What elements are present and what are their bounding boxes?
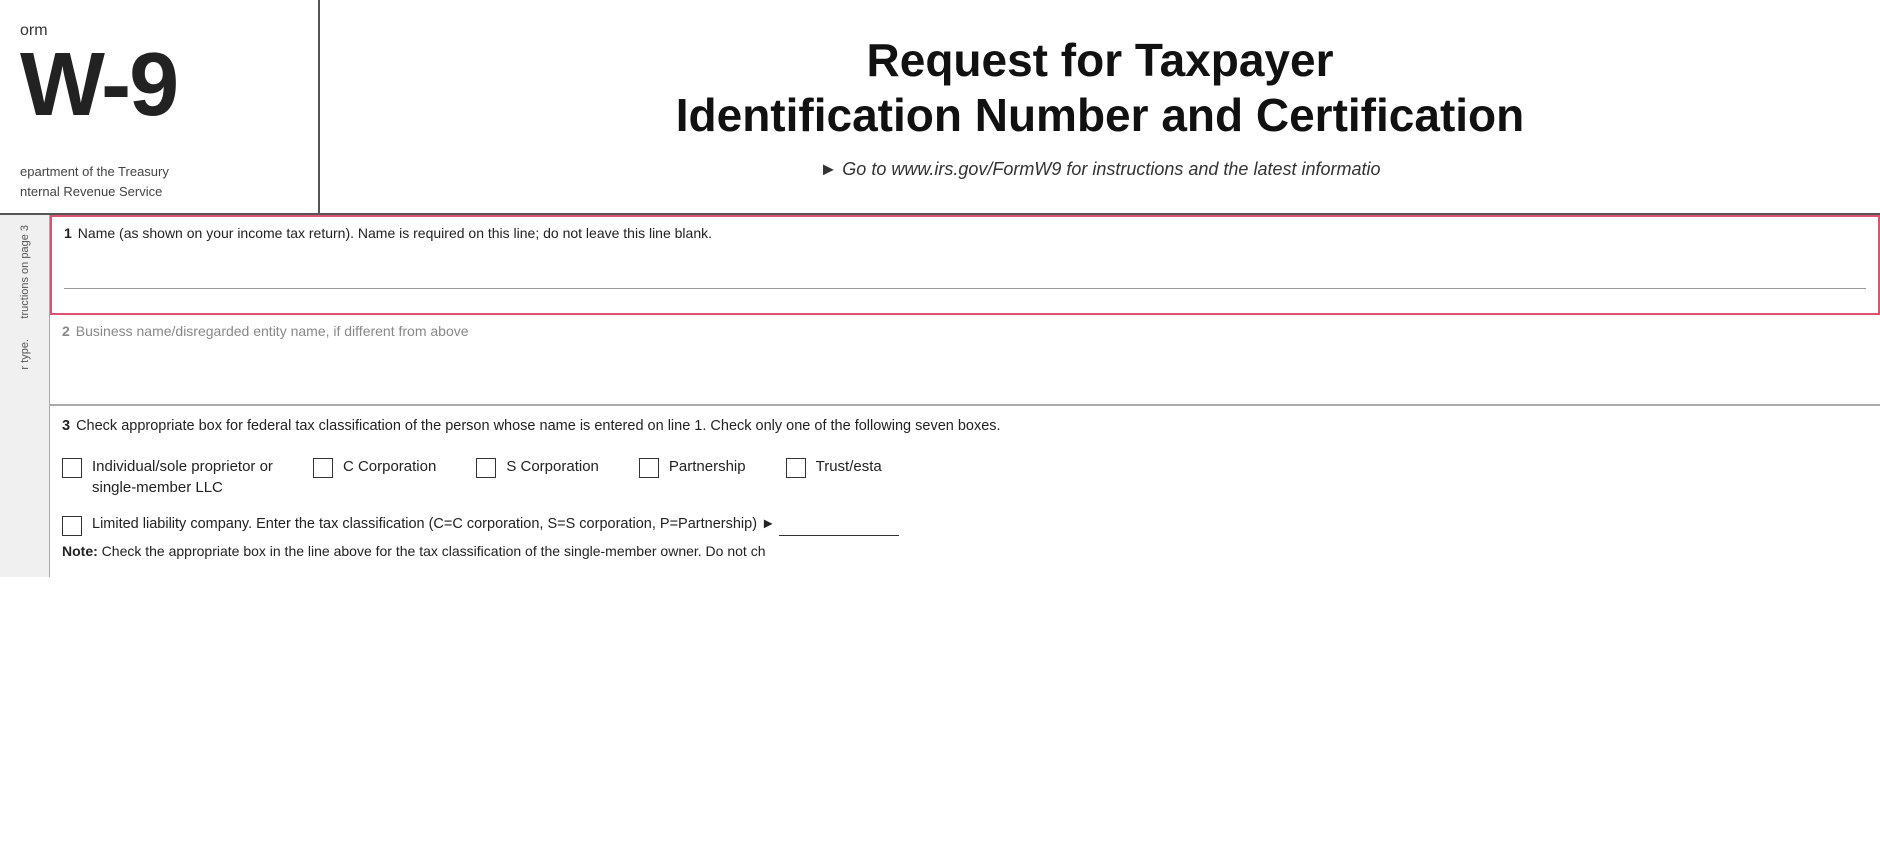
form-number: W-9	[20, 40, 298, 130]
checkbox-trust: Trust/esta	[786, 456, 882, 478]
field-3-number: 3	[62, 418, 70, 434]
checkbox-partnership-label: Partnership	[669, 456, 746, 477]
field-1-text: Name (as shown on your income tax return…	[78, 225, 712, 241]
checkbox-llc-box[interactable]	[62, 516, 82, 536]
checkbox-trust-box[interactable]	[786, 458, 806, 478]
field-1-label: 1 Name (as shown on your income tax retur…	[64, 225, 1866, 241]
form-header: orm W-9 epartment of the Treasury nterna…	[0, 0, 1880, 215]
header-right: Request for Taxpayer Identification Numb…	[320, 0, 1880, 213]
form-url: ► Go to www.irs.gov/FormW9 for instructi…	[819, 159, 1380, 180]
checkbox-c-corp-label: C Corporation	[343, 456, 436, 477]
field-3-text: Check appropriate box for federal tax cl…	[76, 418, 1001, 434]
form-area: orm W-9 epartment of the Treasury nterna…	[0, 0, 1880, 856]
dept-line1: epartment of the Treasury	[20, 162, 169, 182]
header-left: orm W-9 epartment of the Treasury nterna…	[0, 0, 320, 213]
note-text: Note: Check the appropriate box in the l…	[62, 542, 1868, 562]
checkbox-partnership-box[interactable]	[639, 458, 659, 478]
field-1-number: 1	[64, 225, 72, 241]
dept-info: epartment of the Treasury nternal Revenu…	[20, 162, 169, 201]
form-title-sub: Identification Number and Certification	[676, 88, 1525, 143]
dept-line2: nternal Revenue Service	[20, 182, 169, 202]
field-2-text: Business name/disregarded entity name, i…	[76, 323, 469, 339]
checkbox-c-corp-box[interactable]	[313, 458, 333, 478]
form-title-main: Request for Taxpayer	[867, 33, 1334, 88]
checkbox-individual: Individual/sole proprietor orsingle-memb…	[62, 456, 273, 498]
checkbox-partnership: Partnership	[639, 456, 746, 478]
checkbox-s-corp-box[interactable]	[476, 458, 496, 478]
llc-row: Limited liability company. Enter the tax…	[62, 514, 1868, 536]
field-2-section: 2 Business name/disregarded entity name, …	[50, 315, 1880, 405]
checkbox-s-corp-label: S Corporation	[506, 456, 599, 477]
note-content: Check the appropriate box in the line ab…	[102, 543, 766, 559]
checkbox-individual-label: Individual/sole proprietor orsingle-memb…	[92, 456, 273, 498]
sidebar-label-2: r type.	[19, 339, 31, 370]
field-3-section: 3 Check appropriate box for federal tax c…	[50, 405, 1880, 577]
checkboxes-row: Individual/sole proprietor orsingle-memb…	[62, 456, 1868, 498]
field-2-number: 2	[62, 323, 70, 339]
field-1-inner: 1 Name (as shown on your income tax retur…	[52, 217, 1878, 313]
llc-input-line[interactable]	[779, 535, 899, 536]
page-container: orm W-9 epartment of the Treasury nterna…	[0, 0, 1880, 856]
field-1-input[interactable]	[64, 249, 1866, 289]
field-2-label: 2 Business name/disregarded entity name, …	[62, 323, 1868, 339]
llc-label: Limited liability company. Enter the tax…	[92, 514, 899, 536]
checkbox-individual-box[interactable]	[62, 458, 82, 478]
note-bold: Note:	[62, 543, 98, 559]
content-right: 1 Name (as shown on your income tax retur…	[50, 215, 1880, 577]
left-sidebar: tructions on page 3 r type.	[0, 215, 50, 577]
checkbox-trust-label: Trust/esta	[816, 456, 882, 477]
sidebar-label-1: tructions on page 3	[19, 225, 31, 319]
field-1-section: 1 Name (as shown on your income tax retur…	[50, 215, 1880, 315]
main-content: tructions on page 3 r type. 1 Name (as sh…	[0, 215, 1880, 577]
checkbox-s-corp: S Corporation	[476, 456, 599, 478]
field-3-header: 3 Check appropriate box for federal tax c…	[62, 416, 1868, 438]
checkbox-c-corp: C Corporation	[313, 456, 436, 478]
